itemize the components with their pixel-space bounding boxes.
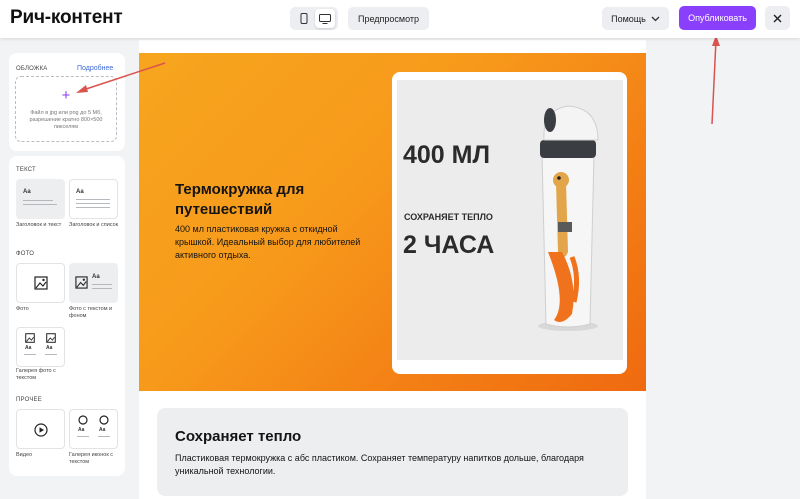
- text-section-label: ТЕКСТ: [16, 167, 36, 173]
- block-title[interactable]: Сохраняет тепло: [175, 428, 301, 445]
- block-text[interactable]: Пластиковая термокружка с абс пластиком.…: [175, 452, 595, 478]
- image-hours-text: 2 ЧАСА: [403, 231, 495, 259]
- list-line: [76, 207, 110, 208]
- cover-panel: ОБЛОЖКА Подробнее + Файл в jpg или png д…: [9, 53, 125, 151]
- phone-icon: [300, 13, 307, 24]
- heading-text-tile[interactable]: Аа: [16, 179, 65, 219]
- hero-text[interactable]: 400 мл пластиковая кружка с откидной кры…: [175, 223, 375, 262]
- photo-text-bg-tile[interactable]: Аа: [69, 263, 118, 303]
- text-line: [45, 354, 57, 355]
- list-line: [76, 203, 110, 204]
- aa-glyph: Аа: [92, 274, 100, 280]
- photo-caption: Фото: [16, 306, 29, 312]
- other-section-label: ПРОЧЕЕ: [16, 397, 42, 403]
- text-line: [23, 200, 53, 201]
- aa-glyph: Аа: [23, 189, 31, 195]
- blocks-panel: ТЕКСТ Аа Заголовок и текст Аа Заголовок …: [9, 156, 125, 476]
- photo-text-bg-caption: Фото с текстом и фоном: [69, 306, 113, 319]
- play-icon: [34, 423, 48, 437]
- aa-glyph: Аа: [99, 427, 106, 433]
- heading-text-caption: Заголовок и текст: [16, 222, 62, 228]
- view-mode-toggle: [290, 7, 338, 30]
- more-link[interactable]: Подробнее: [77, 65, 113, 72]
- image-volume-text: 400 МЛ: [403, 141, 491, 169]
- hero-title[interactable]: Термокружка для путешествий: [175, 180, 355, 220]
- heading-list-caption: Заголовок и список: [69, 222, 119, 228]
- image-icon: [34, 276, 48, 290]
- cover-upload-area[interactable]: + Файл в jpg или png до 5 Мб, разрешение…: [15, 76, 117, 142]
- text-line: [98, 436, 110, 437]
- image-icon: [25, 333, 35, 343]
- text-line: [24, 354, 36, 355]
- close-button[interactable]: [765, 6, 790, 30]
- video-caption: Видео: [16, 452, 33, 458]
- gallery-photo-text-caption: Галерея фото с текстом: [16, 368, 56, 381]
- text-line: [92, 288, 112, 289]
- aa-glyph: Аа: [46, 345, 53, 351]
- image-icon: [46, 333, 56, 343]
- circle-icon: [99, 415, 109, 425]
- desktop-icon: [318, 13, 331, 24]
- gallery-icons-text-caption: Галерея иконок с текстом: [69, 452, 113, 465]
- desktop-view-button[interactable]: [314, 9, 335, 28]
- photo-tile[interactable]: [16, 263, 65, 303]
- aa-glyph: Аа: [76, 189, 84, 195]
- gallery-photo-text-tile[interactable]: Аа Аа: [16, 327, 65, 367]
- aa-glyph: Аа: [25, 345, 32, 351]
- video-tile[interactable]: [16, 409, 65, 449]
- photo-section-label: ФОТО: [16, 251, 35, 257]
- publish-button[interactable]: Опубликовать: [679, 6, 756, 30]
- close-icon: [773, 14, 782, 22]
- gallery-icons-text-tile[interactable]: Аа Аа: [69, 409, 118, 449]
- text-line: [77, 436, 89, 437]
- cover-label: ОБЛОЖКА: [16, 66, 48, 72]
- heading-list-tile[interactable]: Аа: [69, 179, 118, 219]
- mobile-view-button[interactable]: [294, 9, 314, 28]
- list-line: [76, 199, 110, 200]
- plus-icon: +: [61, 87, 71, 104]
- top-bar: Рич-контент Предпросмотр Помощь Опублико…: [0, 0, 800, 38]
- help-label: Помощь: [611, 13, 646, 24]
- image-icon: [75, 276, 88, 289]
- upload-hint: Файл в jpg или png до 5 Мб, разрешение к…: [29, 110, 103, 130]
- circle-icon: [78, 415, 88, 425]
- text-line: [23, 204, 57, 205]
- help-dropdown[interactable]: Помощь: [602, 7, 669, 30]
- aa-glyph: Аа: [78, 427, 85, 433]
- page-title: Рич-контент: [10, 7, 123, 28]
- text-line: [92, 284, 112, 285]
- image-caption-text: СОХРАНЯЕТ ТЕПЛО: [404, 212, 493, 222]
- preview-button[interactable]: Предпросмотр: [348, 7, 429, 30]
- thermo-mug-image: [538, 105, 599, 331]
- chevron-down-icon: [651, 16, 660, 21]
